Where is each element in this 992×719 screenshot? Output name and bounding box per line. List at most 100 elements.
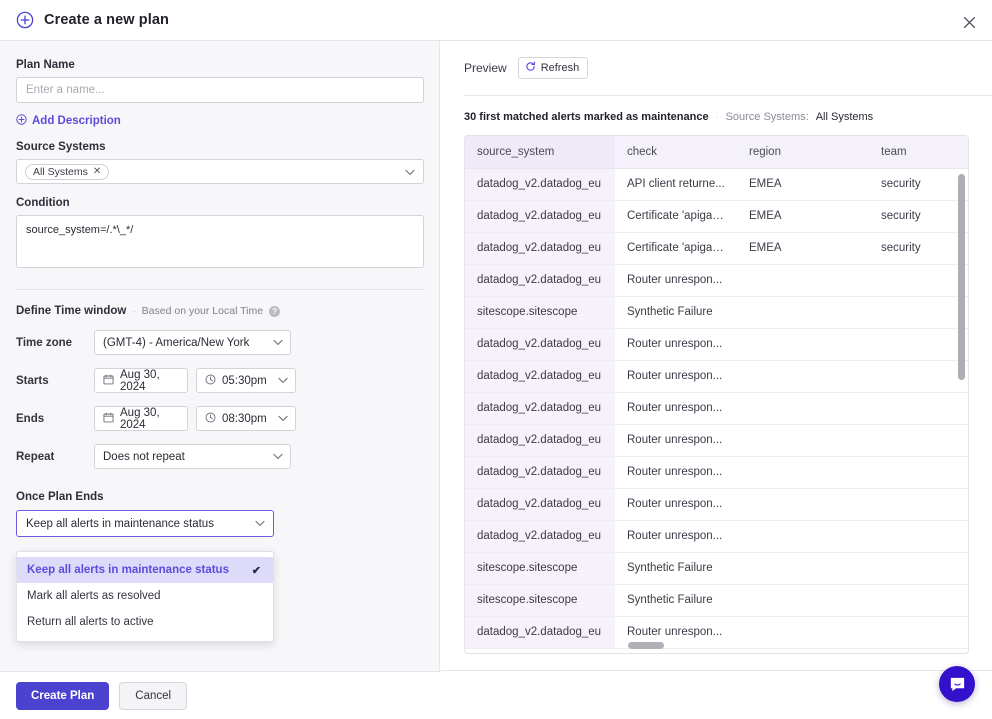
table-cell (869, 392, 968, 425)
plus-circle-icon (16, 114, 27, 128)
table-cell: datadog_v2.datadog_eu (465, 488, 615, 521)
plan-name-input[interactable] (16, 77, 424, 103)
ends-time-select[interactable]: 08:30pm (196, 406, 296, 431)
table-cell: Router unrespon... (615, 456, 737, 489)
condition-input[interactable]: source_system=/.*\_*/ (16, 215, 424, 268)
table-row[interactable]: datadog_v2.datadog_eu Certificate 'apigat… (465, 232, 968, 265)
table-cell (737, 552, 869, 585)
starts-time-value: 05:30pm (222, 374, 267, 387)
help-icon[interactable]: ? (269, 305, 281, 317)
table-cell: EMEA (737, 232, 869, 265)
chevron-down-icon[interactable] (273, 451, 283, 463)
dropdown-option[interactable]: Keep all alerts in maintenance status ✔ (17, 557, 273, 583)
table-cell (737, 456, 869, 489)
timezone-select[interactable]: (GMT-4) - America/New York (94, 330, 291, 355)
once-plan-ends-select[interactable]: Keep all alerts in maintenance status (16, 510, 274, 537)
table-cell (737, 488, 869, 521)
horizontal-scrollbar[interactable] (628, 642, 664, 649)
section-divider (16, 289, 424, 290)
time-window-title: Define Time window (16, 305, 127, 317)
time-window-header: Define Time window · Based on your Local… (16, 305, 423, 317)
refresh-button[interactable]: Refresh (517, 57, 589, 79)
table-row[interactable]: datadog_v2.datadog_eu Router unrespon... (465, 456, 968, 489)
preview-panel: Preview Refresh 30 first matched alerts … (441, 41, 992, 671)
close-icon[interactable] (958, 11, 980, 33)
time-window-subtitle: Based on your Local Time (141, 305, 264, 317)
vertical-scrollbar[interactable] (958, 174, 965, 380)
table-row[interactable]: sitescope.sitescope Synthetic Failure (465, 552, 968, 585)
table-cell: Router unrespon... (615, 488, 737, 521)
table-cell: Router unrespon... (615, 360, 737, 393)
once-plan-ends-value: Keep all alerts in maintenance status (26, 517, 214, 530)
table-row[interactable]: datadog_v2.datadog_eu Router unrespon... (465, 360, 968, 393)
cancel-button[interactable]: Cancel (119, 681, 188, 710)
table-cell (869, 456, 968, 489)
ends-date-picker[interactable]: Aug 30, 2024 (94, 406, 188, 431)
source-system-chip[interactable]: All Systems ✕ (25, 163, 110, 180)
plan-name-label: Plan Name (16, 59, 75, 71)
circle-plus-icon (16, 11, 34, 29)
table-cell: datadog_v2.datadog_eu (465, 200, 615, 233)
table-row[interactable]: datadog_v2.datadog_eu API client returne.… (465, 168, 968, 201)
chevron-down-icon[interactable] (278, 413, 288, 425)
add-description-button[interactable]: Add Description (16, 114, 423, 128)
create-plan-button[interactable]: Create Plan (16, 681, 110, 710)
table-cell: Synthetic Failure (615, 584, 737, 617)
chevron-down-icon[interactable] (273, 337, 283, 349)
table-cell (869, 488, 968, 521)
table-row[interactable]: datadog_v2.datadog_eu Router unrespon... (465, 424, 968, 457)
dropdown-option-label: Mark all alerts as resolved (27, 590, 161, 602)
table-cell: API client returne... (615, 168, 737, 201)
repeat-select[interactable]: Does not repeat (94, 444, 291, 469)
chip-remove-icon[interactable]: ✕ (93, 166, 101, 177)
table-cell (869, 424, 968, 457)
chip-label: All Systems (33, 165, 88, 178)
repeat-label: Repeat (16, 450, 55, 463)
table-row[interactable]: sitescope.sitescope Synthetic Failure (465, 584, 968, 617)
table-cell: datadog_v2.datadog_eu (465, 616, 615, 649)
once-plan-ends-label: Once Plan Ends (16, 491, 104, 503)
modal-footer: Create Plan Cancel (0, 671, 441, 719)
preview-divider (464, 95, 992, 96)
source-systems-label: Source Systems (16, 141, 106, 153)
table-cell (737, 328, 869, 361)
chat-bubble-icon[interactable] (939, 666, 975, 702)
table-row[interactable]: datadog_v2.datadog_eu Router unrespon... (465, 392, 968, 425)
table-cell (869, 552, 968, 585)
repeat-value: Does not repeat (103, 450, 185, 463)
dropdown-option[interactable]: Return all alerts to active (17, 609, 273, 635)
calendar-icon (103, 374, 114, 388)
table-row[interactable]: datadog_v2.datadog_eu Router unrespon... (465, 520, 968, 553)
table-cell: datadog_v2.datadog_eu (465, 456, 615, 489)
table-cell: sitescope.sitescope (465, 552, 615, 585)
chevron-down-icon[interactable] (278, 375, 288, 387)
starts-date-picker[interactable]: Aug 30, 2024 (94, 368, 188, 393)
table-row[interactable]: datadog_v2.datadog_eu Certificate 'apigat… (465, 200, 968, 233)
table-cell: security (869, 200, 968, 233)
table-cell: Router unrespon... (615, 328, 737, 361)
column-header: check (615, 136, 737, 169)
table-cell: Router unrespon... (615, 520, 737, 553)
dropdown-option[interactable]: Mark all alerts as resolved (17, 583, 273, 609)
column-header: region (737, 136, 869, 169)
source-systems-select[interactable]: All Systems ✕ (16, 159, 424, 184)
ends-date-value: Aug 30, 2024 (120, 406, 160, 431)
table-cell (737, 360, 869, 393)
chevron-down-icon[interactable] (255, 518, 265, 530)
table-row[interactable]: datadog_v2.datadog_eu Router unrespon... (465, 264, 968, 297)
table-cell: datadog_v2.datadog_eu (465, 360, 615, 393)
table-row[interactable]: datadog_v2.datadog_eu Router unrespon... (465, 488, 968, 521)
table-row[interactable]: sitescope.sitescope Synthetic Failure (465, 296, 968, 329)
table-row[interactable]: datadog_v2.datadog_eu Router unrespon... (465, 616, 968, 649)
starts-time-select[interactable]: 05:30pm (196, 368, 296, 393)
table-body: datadog_v2.datadog_eu API client returne.… (465, 168, 968, 649)
refresh-label: Refresh (540, 62, 580, 74)
matched-count-text: 30 first matched alerts marked as mainte… (464, 111, 709, 123)
add-description-label: Add Description (32, 115, 121, 127)
table-cell: Router unrespon... (615, 264, 737, 297)
timezone-row: Time zone (GMT-4) - America/New York (16, 330, 423, 355)
once-plan-ends-dropdown: Keep all alerts in maintenance status ✔ Ma… (16, 551, 274, 642)
chevron-down-icon[interactable] (405, 163, 415, 181)
preview-header: Preview Refresh (464, 57, 968, 79)
table-row[interactable]: datadog_v2.datadog_eu Router unrespon... (465, 328, 968, 361)
